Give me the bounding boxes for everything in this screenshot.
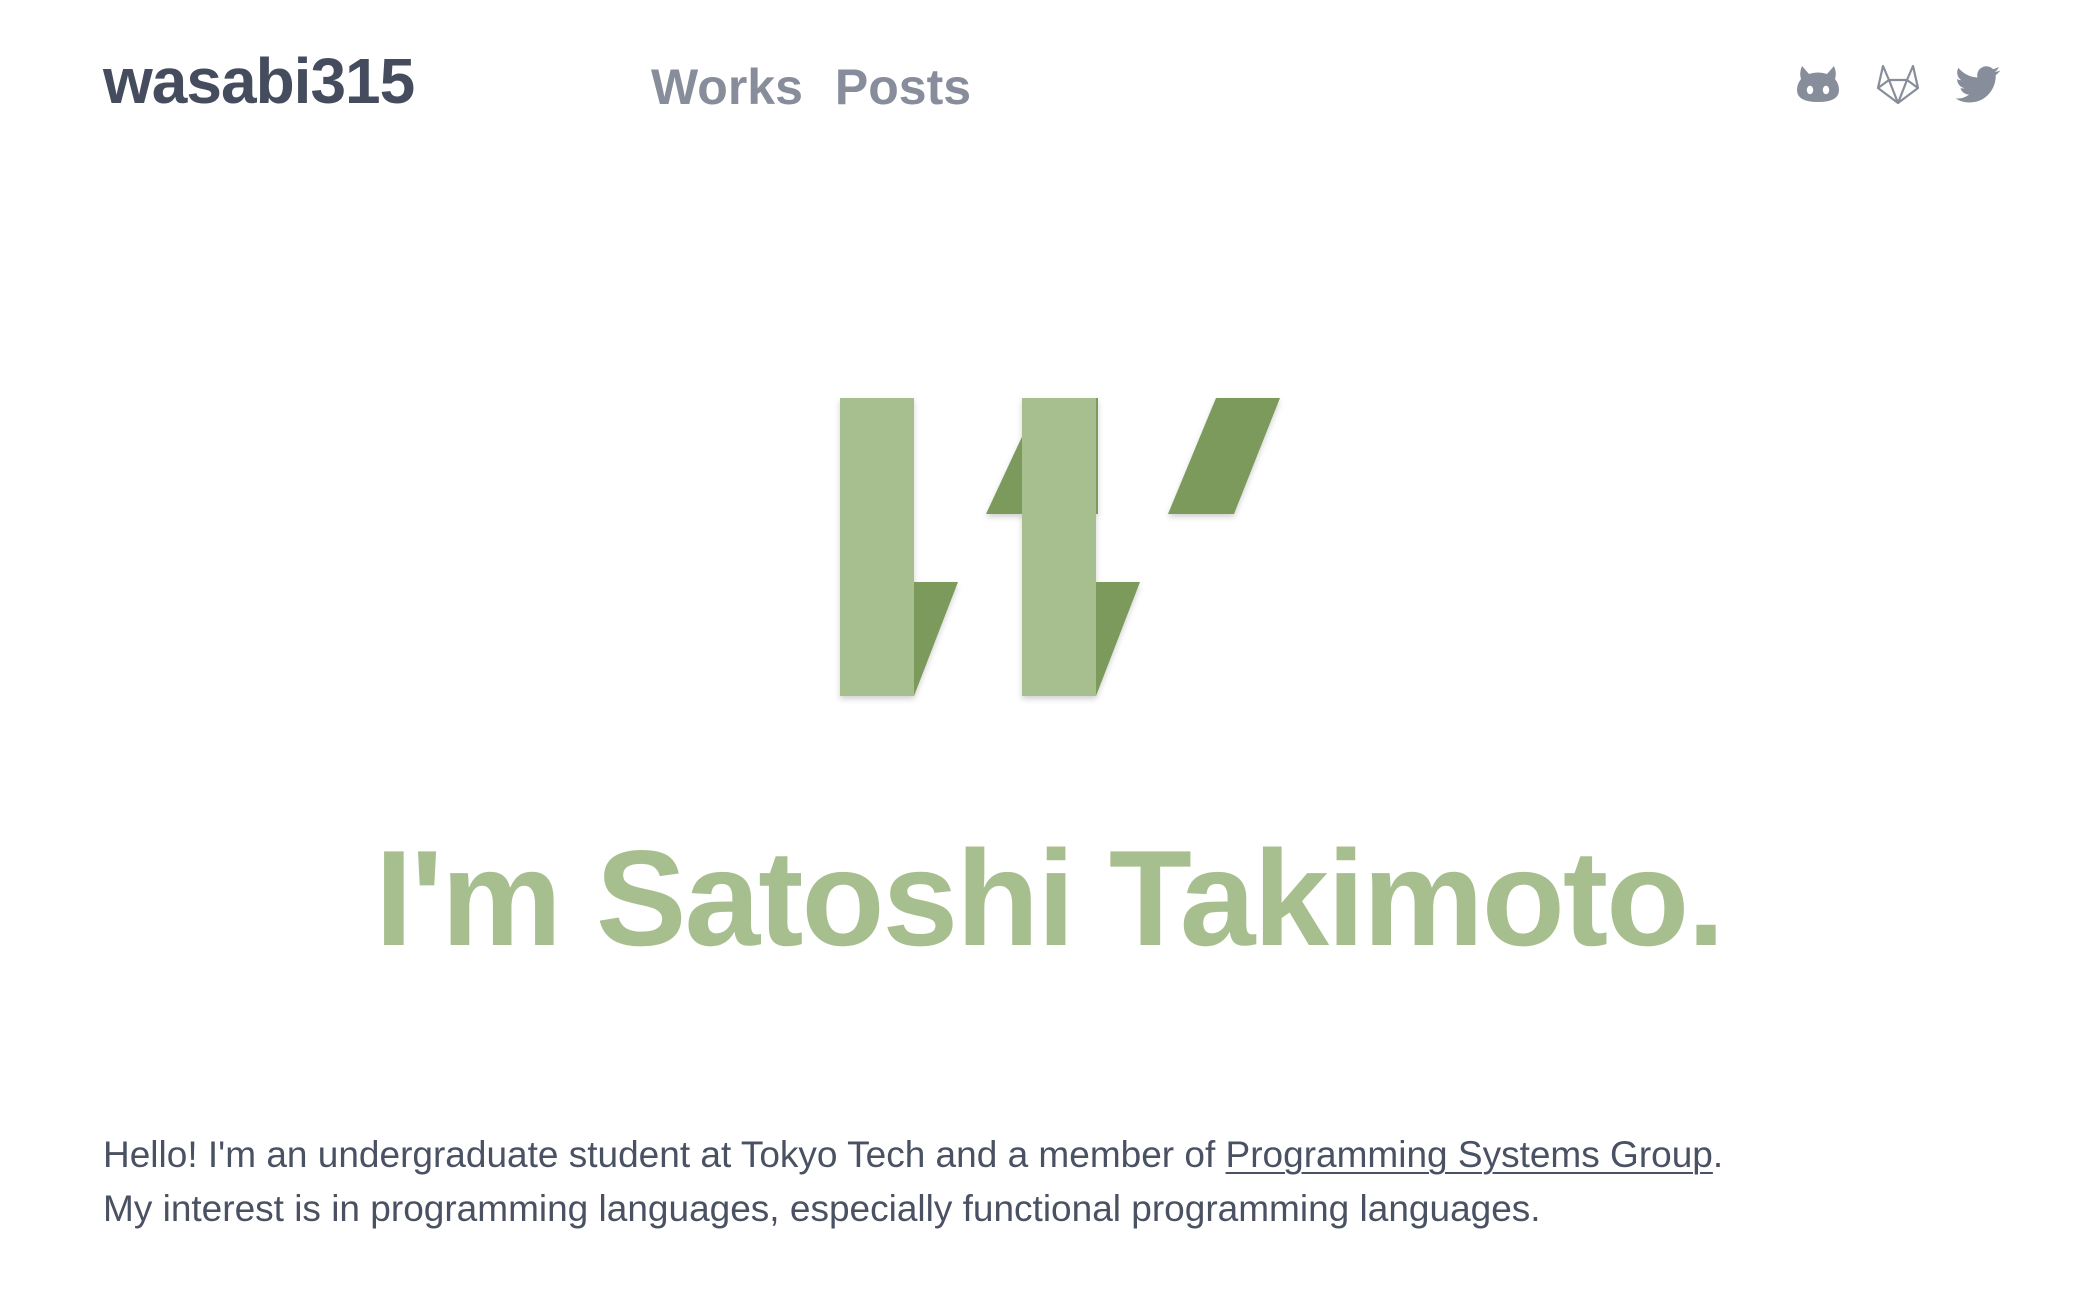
hero-title: I'm Satoshi Takimoto. bbox=[374, 822, 1725, 974]
github-link[interactable] bbox=[1794, 60, 1842, 108]
twitter-icon bbox=[1955, 66, 2001, 103]
bio-period: . bbox=[1712, 1134, 1724, 1175]
gitlab-link[interactable] bbox=[1874, 60, 1922, 108]
bio-line-1: Hello! I'm an undergraduate student at T… bbox=[103, 1128, 2003, 1182]
site-brand-link[interactable]: wasabi315 bbox=[103, 44, 415, 118]
site-logo bbox=[840, 398, 1300, 708]
twitter-link[interactable] bbox=[1954, 60, 2002, 108]
nav-posts-link[interactable]: Posts bbox=[835, 58, 971, 116]
social-links bbox=[1794, 60, 2002, 108]
bio-section: Hello! I'm an undergraduate student at T… bbox=[103, 1128, 2003, 1236]
site-header: wasabi315 Works Posts bbox=[0, 0, 2098, 180]
github-icon bbox=[1797, 66, 1839, 102]
bio-intro-text: Hello! I'm an undergraduate student at T… bbox=[103, 1134, 1226, 1175]
wasabi-logo-icon bbox=[840, 398, 1280, 696]
programming-systems-group-link[interactable]: Programming Systems Group bbox=[1226, 1134, 1713, 1175]
gitlab-icon bbox=[1876, 64, 1920, 105]
nav-works-link[interactable]: Works bbox=[651, 58, 803, 116]
bio-line-2: My interest is in programming languages,… bbox=[103, 1188, 1541, 1229]
main-nav: Works Posts bbox=[651, 58, 971, 116]
